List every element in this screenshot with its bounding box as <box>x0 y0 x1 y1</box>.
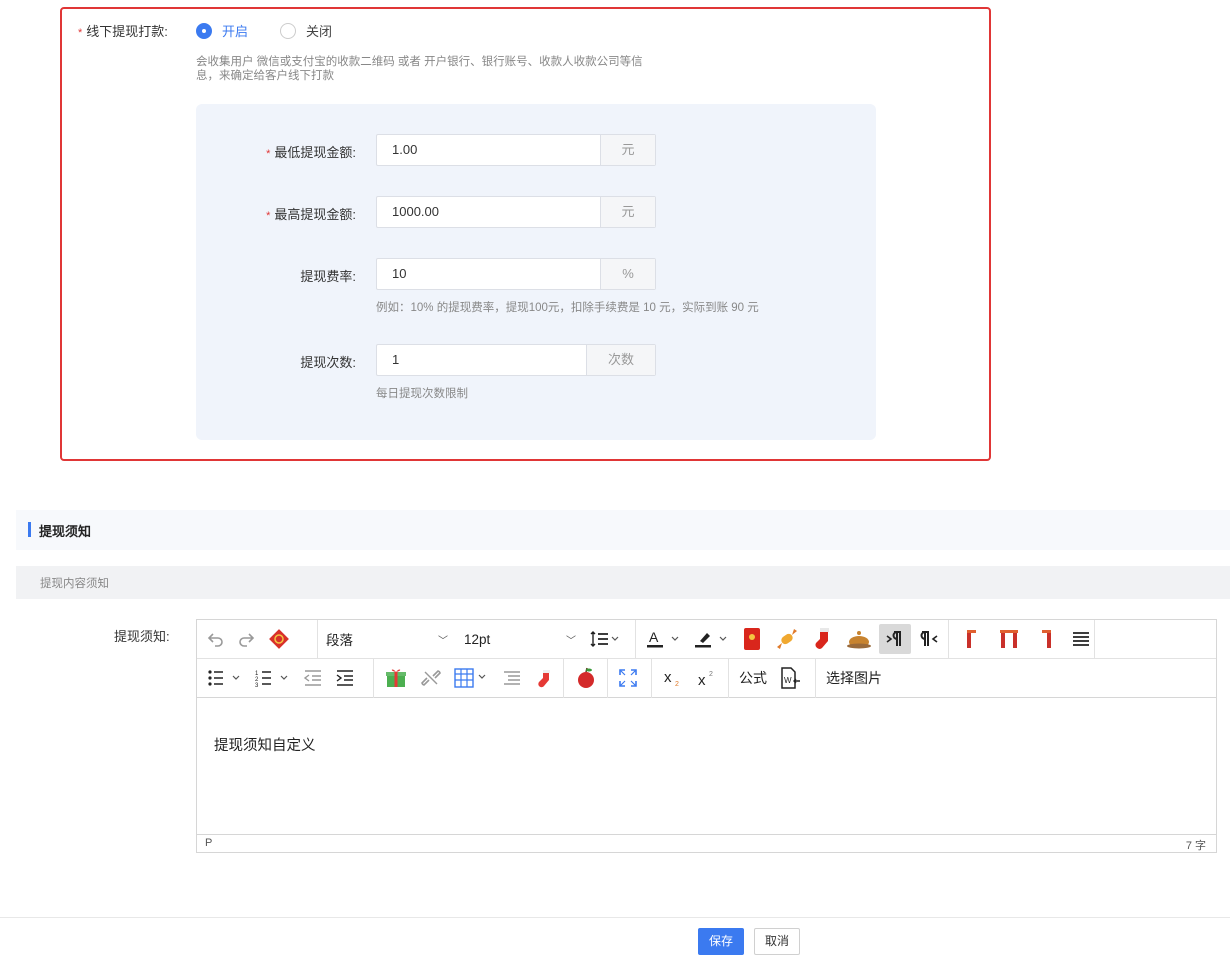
rich-text-editor: 段落 ﹀ 12pt ﹀ A 1 2 3 x 2 x 2 公式 W 选择图片 提现… <box>196 619 1217 853</box>
save-button[interactable]: 保存 <box>698 928 744 955</box>
toolbar-row-2: 123 x 2 x 2 公式 W 选择图片 <box>197 658 1216 698</box>
apple-icon[interactable] <box>569 663 603 693</box>
min-amount-input[interactable]: 1.00 元 <box>376 134 656 166</box>
withdraw-settings-panel: * 最低提现金额: 1.00 元 * 最高提现金额: 1000.00 元 提现费率:… <box>196 104 876 440</box>
toolbar-row-1: 段落 ﹀ 12pt ﹀ A <box>197 619 1216 659</box>
times-input[interactable]: 1 次数 <box>376 344 656 376</box>
fortune-emoticon-icon[interactable] <box>262 624 296 654</box>
required-mark: * <box>78 27 83 39</box>
chevron-down-icon: ﹀ <box>566 635 576 647</box>
radio-checked-icon <box>196 22 212 39</box>
fee-rate-hint: 例如：10% 的提现费率，提现100元，扣除手续费是 10 元，实际到账 90 … <box>376 302 759 314</box>
svg-text:2: 2 <box>709 671 713 678</box>
fee-rate-input[interactable]: 10 % <box>376 258 656 290</box>
editor-label: 提现须知: <box>114 629 170 644</box>
justify-align-icon[interactable] <box>1066 624 1096 654</box>
subsection-title: 提现内容须知 <box>40 578 109 590</box>
line-height-icon[interactable] <box>585 624 625 654</box>
svg-text:3: 3 <box>255 683 259 687</box>
offline-withdraw-label: * 线下提现打款: <box>78 24 168 39</box>
roast-turkey-icon[interactable] <box>841 624 877 654</box>
formula-button[interactable]: 公式 <box>734 663 772 693</box>
couplet-right-icon[interactable] <box>1030 624 1064 654</box>
font-color-icon[interactable]: A <box>641 624 687 654</box>
bullet-list-icon[interactable] <box>202 663 248 693</box>
word-count: 7 字 <box>1185 840 1206 852</box>
couplet-left-icon[interactable] <box>954 624 988 654</box>
times-label: 提现次数: <box>300 355 356 370</box>
indent-icon[interactable] <box>330 663 360 693</box>
radio-disable[interactable]: 关闭 <box>280 21 332 40</box>
section-accent-bar <box>28 522 31 537</box>
editor-content[interactable]: 提现须知自定义 <box>197 699 1216 835</box>
svg-text:A: A <box>649 629 659 645</box>
select-image-button[interactable]: 选择图片 <box>821 663 887 693</box>
highlight-color-icon[interactable] <box>689 624 735 654</box>
yuan-suffix: 元 <box>600 197 655 227</box>
superscript-icon[interactable]: x2 <box>691 663 723 693</box>
subscript-icon[interactable]: x2 <box>657 663 689 693</box>
unlink-icon[interactable] <box>415 663 447 693</box>
times-suffix: 次数 <box>586 345 655 375</box>
fee-rate-label: 提现费率: <box>300 269 356 284</box>
rtl-direction-icon[interactable] <box>913 624 945 654</box>
list-align-icon[interactable] <box>497 663 527 693</box>
chevron-down-icon: ﹀ <box>438 635 448 647</box>
min-amount-label: * 最低提现金额: <box>266 145 356 160</box>
yuan-suffix: 元 <box>600 135 655 165</box>
font-size-select[interactable]: 12pt ﹀ <box>456 624 584 654</box>
ltr-direction-icon[interactable] <box>879 624 911 654</box>
christmas-sock-icon[interactable] <box>529 663 561 693</box>
max-amount-input[interactable]: 1000.00 元 <box>376 196 656 228</box>
editor-statusbar: P 7 字 <box>197 834 1216 852</box>
max-amount-label: * 最高提现金额: <box>266 207 356 222</box>
radio-enable[interactable]: 开启 <box>196 21 248 40</box>
subsection-header: 提现内容须知 <box>16 566 1230 599</box>
section-header: 提现须知 <box>16 510 1230 550</box>
numbered-list-icon[interactable]: 123 <box>250 663 296 693</box>
redo-icon[interactable] <box>232 624 260 654</box>
times-hint: 每日提现次数限制 <box>376 388 468 400</box>
gift-box-icon[interactable] <box>379 663 413 693</box>
svg-text:x: x <box>664 669 672 686</box>
cancel-button[interactable]: 取消 <box>754 928 800 955</box>
undo-icon[interactable] <box>202 624 230 654</box>
red-envelope-icon[interactable] <box>737 624 767 654</box>
svg-text:2: 2 <box>675 681 679 688</box>
footer-divider <box>0 917 1230 918</box>
couplet-center-icon[interactable] <box>990 624 1028 654</box>
fullscreen-icon[interactable] <box>613 663 643 693</box>
percent-suffix: % <box>600 259 655 289</box>
svg-text:W: W <box>784 676 792 685</box>
section-title: 提现须知 <box>39 524 92 539</box>
outdent-icon[interactable] <box>298 663 328 693</box>
svg-text:x: x <box>698 672 706 688</box>
word-import-icon[interactable]: W <box>774 663 806 693</box>
offline-description: 会收集用户 微信或支付宝的收款二维码 或者 开户银行、银行账号、收款人收款公司等… <box>196 56 643 82</box>
stocking-icon[interactable] <box>807 624 839 654</box>
element-path[interactable]: P <box>205 837 212 849</box>
radio-unchecked-icon <box>280 22 296 39</box>
block-format-select[interactable]: 段落 ﹀ <box>318 624 456 654</box>
table-icon[interactable] <box>449 663 495 693</box>
candy-icon[interactable] <box>769 624 805 654</box>
